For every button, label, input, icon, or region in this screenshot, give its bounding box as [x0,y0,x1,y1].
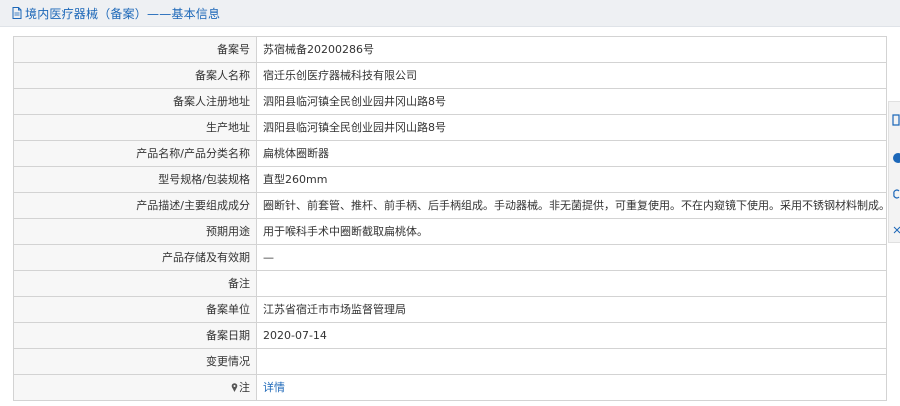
table-row: 备案人名称 宿迁乐创医疗器械科技有限公司 [13,62,887,89]
row-value: 泗阳县临河镇全民创业园井冈山路8号 [256,114,887,141]
row-value: 宿迁乐创医疗器械科技有限公司 [256,62,887,89]
row-label: 生产地址 [13,114,257,141]
note-label: 注 [239,381,250,394]
row-label-note: 注 [13,374,257,401]
row-value: 直型260mm [256,166,887,193]
row-label: 备案人注册地址 [13,88,257,115]
pin-icon [231,383,238,392]
row-label: 产品存储及有效期 [13,244,257,271]
row-label: 备案单位 [13,296,257,323]
table-row: 产品名称/产品分类名称 扁桃体圈断器 [13,140,887,167]
table-row: 生产地址 泗阳县临河镇全民创业园井冈山路8号 [13,114,887,141]
circle-tool-icon[interactable] [892,152,900,164]
row-label: 变更情况 [13,348,257,375]
table-row-note: 注 详情 [13,374,887,401]
row-value-note: 详情 [256,374,887,401]
row-value: 2020-07-14 [256,322,887,349]
link-tool-icon[interactable] [892,188,900,200]
row-label: 型号规格/包装规格 [13,166,257,193]
table-row: 备案号 苏宿械备20200286号 [13,36,887,63]
table-row: 备案单位 江苏省宿迁市市场监督管理局 [13,296,887,323]
row-label: 备案日期 [13,322,257,349]
document-icon [12,7,22,19]
row-label: 产品名称/产品分类名称 [13,140,257,167]
close-tool-icon[interactable] [892,224,900,236]
row-value: 泗阳县临河镇全民创业园井冈山路8号 [256,88,887,115]
table-row: 变更情况 [13,348,887,375]
table-row: 产品描述/主要组成成分 圈断针、前套管、推杆、前手柄、后手柄组成。手动器械。非无菌… [13,192,887,219]
table-row: 备案日期 2020-07-14 [13,322,887,349]
row-value: — [256,244,887,271]
table-row: 备注 [13,270,887,297]
row-label: 备案号 [13,36,257,63]
row-value [256,270,887,297]
page-header: 境内医疗器械（备案）——基本信息 [0,0,900,27]
row-value: 扁桃体圈断器 [256,140,887,167]
row-value [256,348,887,375]
info-table: 备案号 苏宿械备20200286号 备案人名称 宿迁乐创医疗器械科技有限公司 备案人注册… [13,36,887,401]
row-value: 江苏省宿迁市市场监督管理局 [256,296,887,323]
table-row: 备案人注册地址 泗阳县临河镇全民创业园井冈山路8号 [13,88,887,115]
row-label: 预期用途 [13,218,257,245]
row-label: 产品描述/主要组成成分 [13,192,257,219]
doc-tool-icon[interactable] [892,114,900,126]
table-row: 预期用途 用于喉科手术中圈断截取扁桃体。 [13,218,887,245]
row-label: 备注 [13,270,257,297]
row-value: 圈断针、前套管、推杆、前手柄、后手柄组成。手动器械。非无菌提供，可重复使用。不在… [256,192,887,219]
table-row: 型号规格/包装规格 直型260mm [13,166,887,193]
side-toolbar [888,101,900,243]
row-value: 苏宿械备20200286号 [256,36,887,63]
info-table-container: 备案号 苏宿械备20200286号 备案人名称 宿迁乐创医疗器械科技有限公司 备案人注册… [13,36,887,401]
row-label: 备案人名称 [13,62,257,89]
row-value: 用于喉科手术中圈断截取扁桃体。 [256,218,887,245]
table-row: 产品存储及有效期 — [13,244,887,271]
details-link[interactable]: 详情 [263,381,285,394]
page-title: 境内医疗器械（备案）——基本信息 [25,6,221,21]
